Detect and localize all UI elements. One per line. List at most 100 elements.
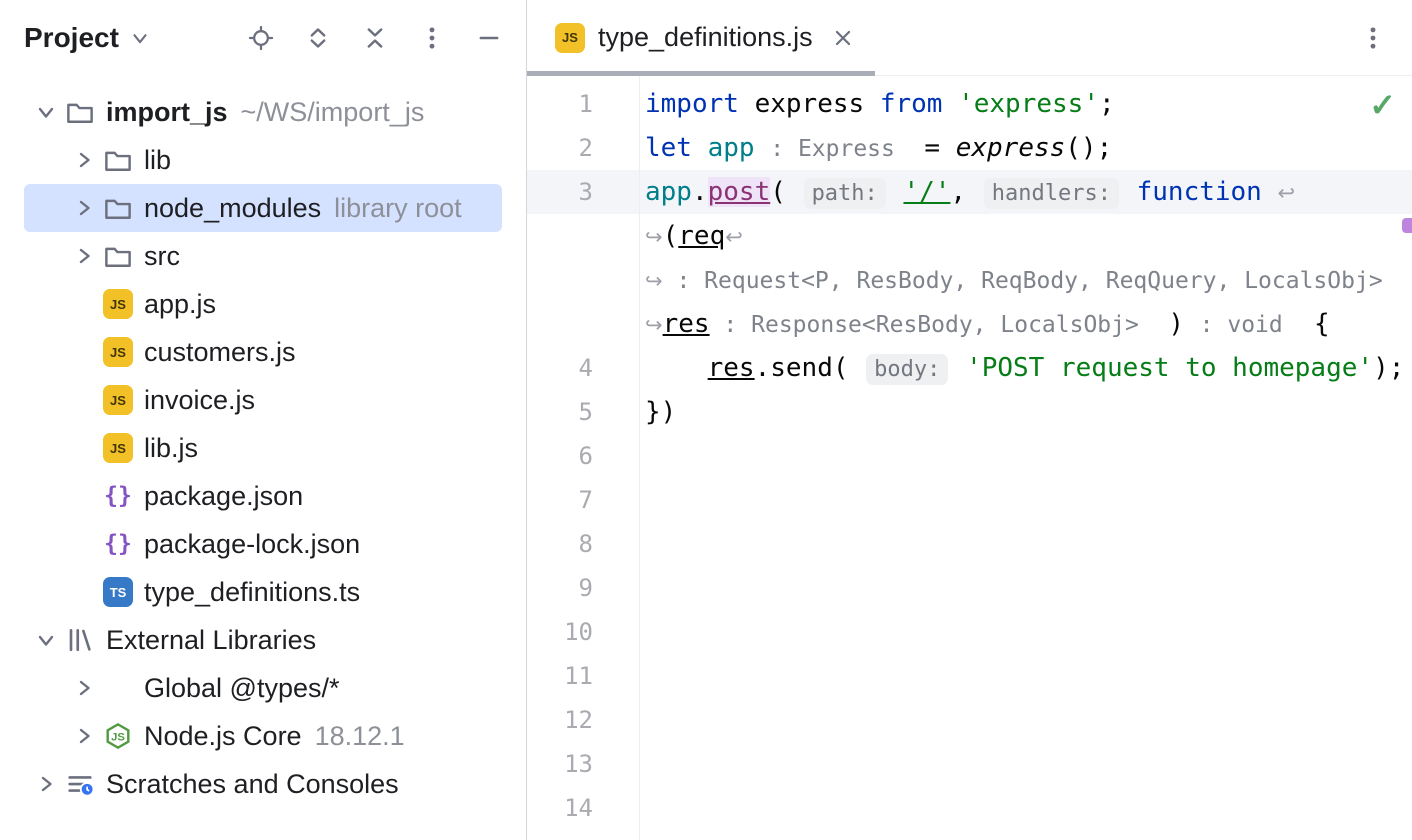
line-number[interactable]: 10 (527, 610, 639, 654)
js-file-icon: JS (555, 23, 585, 53)
editor-tab[interactable]: JS type_definitions.js (527, 0, 875, 75)
chevron-right-icon[interactable] (70, 242, 98, 270)
tree-item-invoice-js[interactable]: JSinvoice.js (24, 376, 502, 424)
tree-item-label: customers.js (144, 337, 296, 368)
code-token: app (708, 133, 771, 163)
code-token: : void (1200, 312, 1283, 338)
tree-item-package-lock-json[interactable]: {}package-lock.json (24, 520, 502, 568)
chevron-down-icon[interactable] (32, 626, 60, 654)
code-line[interactable]: 13 (527, 742, 1412, 786)
code-token (645, 353, 708, 383)
tree-item-package-json[interactable]: {}package.json (24, 472, 502, 520)
code-token: }) (645, 397, 676, 427)
code-line[interactable]: 10 (527, 610, 1412, 654)
tree-item-import-js[interactable]: import_js~/WS/import_js (24, 88, 502, 136)
code-line[interactable]: 2let app : Express = express(); (527, 126, 1412, 170)
code-line[interactable]: ↪res : Response<ResBody, LocalsObj> ) : … (527, 302, 1412, 346)
code-line[interactable]: 8 (527, 522, 1412, 566)
code-token: from (880, 89, 958, 119)
code-line[interactable]: 12 (527, 698, 1412, 742)
expand-all-icon[interactable] (303, 23, 333, 53)
code-line[interactable]: 6 (527, 434, 1412, 478)
line-number[interactable] (527, 214, 639, 258)
code-line[interactable]: 5}) (527, 390, 1412, 434)
chevron-down-icon[interactable] (129, 27, 151, 49)
line-number[interactable] (527, 302, 639, 346)
line-number[interactable]: 3 (527, 170, 639, 214)
editor-body[interactable]: 1import express from 'express';2let app … (527, 76, 1412, 840)
code-token: .send( (755, 353, 865, 383)
line-number[interactable]: 11 (527, 654, 639, 698)
code-token: (); (1065, 133, 1112, 163)
line-number[interactable]: 12 (527, 698, 639, 742)
tab-title: type_definitions.js (598, 22, 813, 53)
code-line[interactable]: 7 (527, 478, 1412, 522)
tree-item-external-libraries[interactable]: External Libraries (24, 616, 502, 664)
chevron-right-icon[interactable] (32, 770, 60, 798)
collapse-all-icon[interactable] (360, 23, 390, 53)
code-token: res (663, 309, 710, 339)
ide-window: Project import_js~/WS/import_jslibnode_m… (0, 0, 1412, 840)
tree-item-node-js-core[interactable]: JSNode.js Core18.12.1 (24, 712, 502, 760)
chevron-right-icon[interactable] (70, 674, 98, 702)
code-token: ) (1153, 309, 1200, 339)
code-token: ; (1099, 89, 1115, 119)
code-line[interactable]: 14 (527, 786, 1412, 830)
line-number[interactable] (527, 258, 639, 302)
code-token: ); (1373, 353, 1404, 383)
tree-item-global-types-[interactable]: Global @types/* (24, 664, 502, 712)
line-number[interactable]: 5 (527, 390, 639, 434)
chevron-right-icon[interactable] (70, 146, 98, 174)
soft-wrap-icon: ↪ (645, 269, 663, 293)
scratches-icon (65, 769, 95, 799)
select-opened-file-icon[interactable] (246, 23, 276, 53)
tree-item-lib[interactable]: lib (24, 136, 502, 184)
line-number[interactable]: 4 (527, 346, 639, 390)
line-number[interactable]: 8 (527, 522, 639, 566)
more-options-icon[interactable] (417, 23, 447, 53)
soft-wrap-icon: ↪ (645, 313, 663, 337)
line-number[interactable]: 1 (527, 82, 639, 126)
hide-icon[interactable] (474, 23, 504, 53)
code-token: let (645, 133, 708, 163)
line-number[interactable]: 7 (527, 478, 639, 522)
tree-item-src[interactable]: src (24, 232, 502, 280)
code-line[interactable]: 4 res.send( body: 'POST request to homep… (527, 346, 1412, 390)
inlay-hint: path: (804, 178, 886, 209)
tree-item-scratches-and-consoles[interactable]: Scratches and Consoles (24, 760, 502, 808)
none (103, 673, 133, 703)
code-line[interactable]: 9 (527, 566, 1412, 610)
inspections-ok-icon[interactable]: ✓ (1369, 86, 1396, 124)
code-line[interactable]: 1import express from 'express'; (527, 82, 1412, 126)
tree-item-node-modules[interactable]: node_moduleslibrary root (24, 184, 502, 232)
tree-item-label: Scratches and Consoles (106, 769, 399, 800)
chevron-down-icon[interactable] (32, 98, 60, 126)
code-line[interactable]: ↪ : Request<P, ResBody, ReqBody, ReqQuer… (527, 258, 1412, 302)
line-number[interactable]: 2 (527, 126, 639, 170)
line-number[interactable]: 9 (527, 566, 639, 610)
code-token: : Response<ResBody, LocalsObj> (710, 312, 1153, 338)
tree-item-app-js[interactable]: JSapp.js (24, 280, 502, 328)
editor-more-options-icon[interactable] (1356, 21, 1390, 55)
line-number[interactable]: 14 (527, 786, 639, 830)
code-text: res.send( body: 'POST request to homepag… (639, 346, 1404, 390)
chevron-spacer (70, 578, 98, 606)
chevron-right-icon[interactable] (70, 194, 98, 222)
tree-item-lib-js[interactable]: JSlib.js (24, 424, 502, 472)
code-line[interactable]: 3app.post( path: '/', handlers: function… (527, 170, 1412, 214)
json-file-icon: {} (103, 529, 133, 559)
tree-item-type-definitions-ts[interactable]: TStype_definitions.ts (24, 568, 502, 616)
project-toolbar (246, 23, 504, 53)
tree-item-label: lib.js (144, 433, 198, 464)
code-token: { (1283, 309, 1330, 339)
chevron-right-icon[interactable] (70, 722, 98, 750)
code-line[interactable]: 11 (527, 654, 1412, 698)
close-icon[interactable] (829, 24, 857, 52)
line-number[interactable]: 6 (527, 434, 639, 478)
tree-item-customers-js[interactable]: JScustomers.js (24, 328, 502, 376)
line-number[interactable]: 13 (527, 742, 639, 786)
tree-item-suffix: library root (334, 193, 462, 224)
code-area[interactable]: 1import express from 'express';2let app … (527, 76, 1412, 830)
code-line[interactable]: ↪(req↩ (527, 214, 1412, 258)
project-panel-title[interactable]: Project (24, 22, 119, 54)
